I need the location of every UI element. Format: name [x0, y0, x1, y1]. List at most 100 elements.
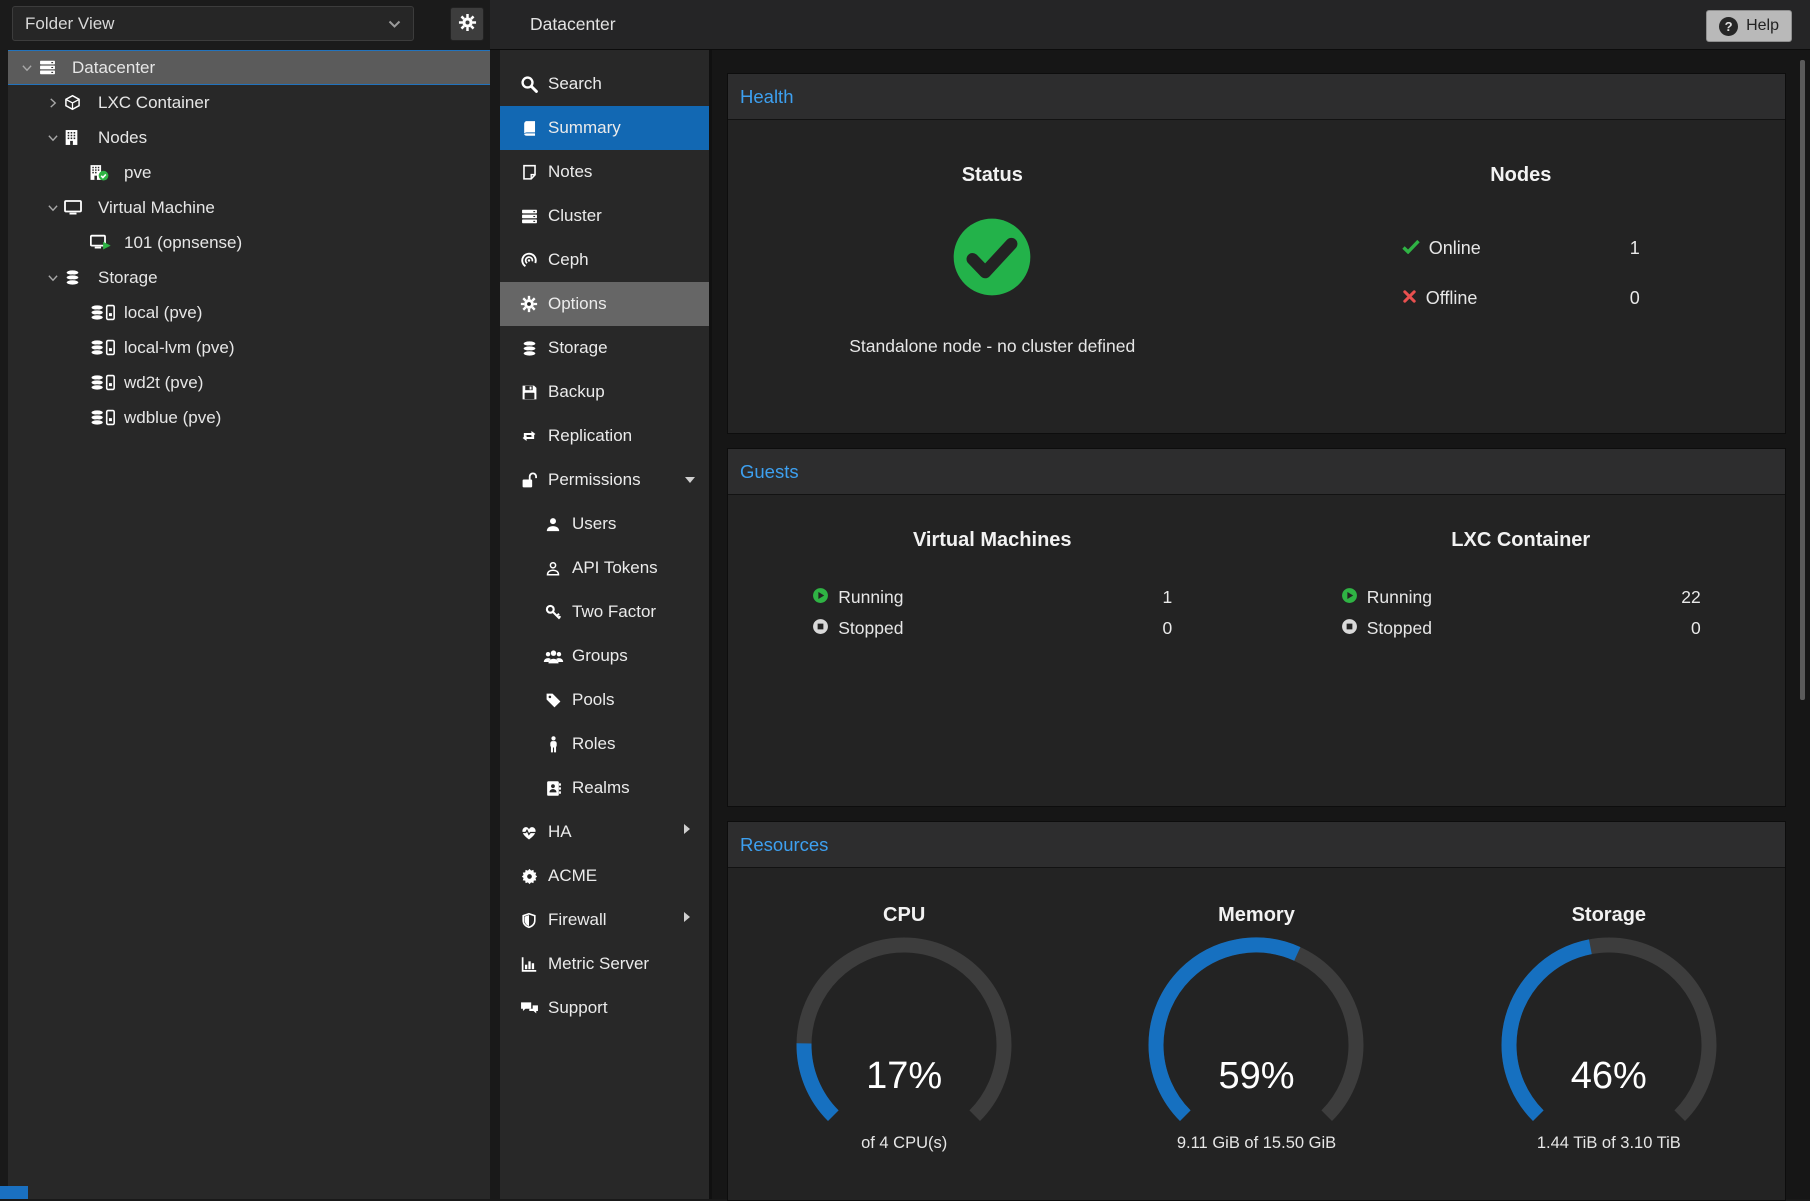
- comments-icon: [518, 1000, 540, 1017]
- cpu-gauge-column: CPU 17% of 4 CPU(s): [728, 868, 1080, 1153]
- health-nodes-column: Nodes Online 1 Offline 0: [1257, 120, 1786, 357]
- nav-item-storage[interactable]: Storage: [500, 326, 709, 370]
- memory-heading: Memory: [1080, 904, 1432, 927]
- tree-item-wd2t-pve[interactable]: wd2t (pve): [8, 365, 490, 400]
- ceph-icon: [518, 251, 540, 269]
- tree-item-101-opnsense[interactable]: 101 (opnsense): [8, 225, 490, 260]
- tree-item-virtual-machine[interactable]: Virtual Machine: [8, 190, 490, 225]
- nav-item-summary[interactable]: Summary: [500, 106, 709, 150]
- tree-item-local-lvm-pve[interactable]: local-lvm (pve): [8, 330, 490, 365]
- tree-item-label: wdblue (pve): [124, 408, 221, 428]
- nav-item-realms[interactable]: Realms: [500, 766, 709, 810]
- certificate-icon: [518, 868, 540, 885]
- storage-drive-icon: [90, 409, 118, 426]
- lxc-stopped-label: Stopped: [1367, 618, 1432, 639]
- stopped-icon: [1341, 618, 1358, 640]
- nav-item-support[interactable]: Support: [500, 986, 709, 1030]
- tree-item-pve[interactable]: pve: [8, 155, 490, 190]
- lxc-stopped-row: Stopped 0: [1341, 613, 1701, 644]
- nav-item-label: Metric Server: [548, 954, 649, 974]
- building-icon: [64, 129, 92, 146]
- nav-item-replication[interactable]: Replication: [500, 414, 709, 458]
- memory-gauge-value: 59%: [1121, 1054, 1391, 1098]
- tree-item-label: Datacenter: [72, 58, 155, 78]
- memory-gauge: 59%: [1121, 933, 1391, 1128]
- unlock-icon: [518, 472, 540, 489]
- expander-collapsed-icon[interactable]: [42, 97, 64, 109]
- nav-item-acme[interactable]: ACME: [500, 854, 709, 898]
- resources-panel-title: Resources: [740, 834, 828, 856]
- lxc-running-label: Running: [1367, 587, 1432, 608]
- nav-item-label: Search: [548, 74, 602, 94]
- nodes-offline-row: Offline 0: [1402, 273, 1640, 323]
- users-icon: [542, 648, 564, 665]
- nav-item-users[interactable]: Users: [500, 502, 709, 546]
- user-icon: [542, 516, 564, 533]
- nav-item-pools[interactable]: Pools: [500, 678, 709, 722]
- nav-item-cluster[interactable]: Cluster: [500, 194, 709, 238]
- nodes-table: Online 1 Offline 0: [1402, 223, 1640, 323]
- guests-vm-column: Virtual Machines Running 1 Stopped: [728, 495, 1257, 644]
- note-icon: [518, 164, 540, 181]
- storage-gauge-sublabel: 1.44 TiB of 3.10 TiB: [1433, 1134, 1785, 1153]
- guests-panel-header: Guests: [728, 449, 1785, 495]
- nav-item-options[interactable]: Options: [500, 282, 709, 326]
- expander-expanded-icon[interactable]: [42, 272, 64, 284]
- status-heading: Status: [728, 164, 1257, 187]
- nav-item-backup[interactable]: Backup: [500, 370, 709, 414]
- tag-icon: [542, 692, 564, 709]
- tree-item-wdblue-pve[interactable]: wdblue (pve): [8, 400, 490, 435]
- tree-item-lxc-container[interactable]: LXC Container: [8, 85, 490, 120]
- cpu-gauge: 17%: [769, 933, 1039, 1128]
- nav-item-firewall[interactable]: Firewall: [500, 898, 709, 942]
- running-icon: [1341, 587, 1358, 609]
- main-content: Health Status Standalone node - no clust…: [712, 50, 1810, 1199]
- nav-item-search[interactable]: Search: [500, 62, 709, 106]
- user-outline-icon: [542, 560, 564, 577]
- expander-expanded-icon[interactable]: [42, 202, 64, 214]
- nav-item-ceph[interactable]: Ceph: [500, 238, 709, 282]
- storage-drive-icon: [90, 339, 118, 356]
- tree-item-label: local (pve): [124, 303, 202, 323]
- nav-item-metric-server[interactable]: Metric Server: [500, 942, 709, 986]
- cpu-gauge-value: 17%: [769, 1054, 1039, 1098]
- nav-item-two-factor[interactable]: Two Factor: [500, 590, 709, 634]
- memory-gauge-column: Memory 59% 9.11 GiB of 15.50 GiB: [1080, 868, 1432, 1153]
- database-icon: [518, 340, 540, 357]
- sync-icon: [518, 428, 540, 444]
- nav-item-groups[interactable]: Groups: [500, 634, 709, 678]
- nav-item-permissions[interactable]: Permissions: [500, 458, 709, 502]
- nav-item-notes[interactable]: Notes: [500, 150, 709, 194]
- health-panel-header: Health: [728, 74, 1785, 120]
- tree-item-storage[interactable]: Storage: [8, 260, 490, 295]
- tree-item-nodes[interactable]: Nodes: [8, 120, 490, 155]
- tree-item-local-pve[interactable]: local (pve): [8, 295, 490, 330]
- nav-item-api-tokens[interactable]: API Tokens: [500, 546, 709, 590]
- nav-item-label: Two Factor: [572, 602, 656, 622]
- tree-item-datacenter[interactable]: Datacenter: [8, 50, 490, 85]
- health-panel: Health Status Standalone node - no clust…: [727, 73, 1786, 434]
- nav-item-label: Notes: [548, 162, 592, 182]
- stopped-icon: [812, 618, 829, 640]
- guests-lxc-column: LXC Container Running 22 Stopped: [1257, 495, 1786, 644]
- running-icon: [812, 587, 829, 609]
- expander-expanded-icon[interactable]: [16, 62, 38, 74]
- folder-view-select[interactable]: Folder View: [12, 6, 414, 41]
- cross-icon: [1402, 288, 1417, 309]
- help-button[interactable]: ? Help: [1706, 10, 1792, 42]
- tree-settings-button[interactable]: [450, 7, 484, 41]
- storage-gauge: 46%: [1474, 933, 1744, 1128]
- nav-item-label: API Tokens: [572, 558, 658, 578]
- cpu-gauge-sublabel: of 4 CPU(s): [728, 1134, 1080, 1153]
- caret-down-icon: [685, 477, 695, 488]
- lxc-heading: LXC Container: [1257, 529, 1786, 552]
- address-book-icon: [542, 780, 564, 797]
- nav-item-ha[interactable]: HA: [500, 810, 709, 854]
- resource-tree: Datacenter LXC Container Nodes pveVirtual M…: [8, 50, 490, 1199]
- vertical-scrollbar[interactable]: [1800, 60, 1805, 700]
- nav-item-roles[interactable]: Roles: [500, 722, 709, 766]
- shield-icon: [518, 912, 540, 929]
- tree-item-label: Nodes: [98, 128, 147, 148]
- expander-expanded-icon[interactable]: [42, 132, 64, 144]
- heartbeat-icon: [518, 824, 540, 841]
